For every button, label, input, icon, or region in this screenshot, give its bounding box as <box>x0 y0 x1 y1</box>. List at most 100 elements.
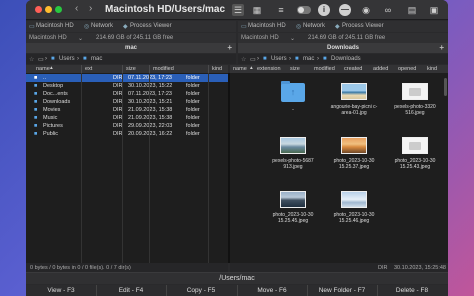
app-window: ‹ › Macintosh HD/Users/mac ☰ ▦ ≡ i — ◉ ∞… <box>26 0 448 296</box>
column-size[interactable]: size <box>126 66 136 72</box>
image-thumbnail <box>402 83 428 100</box>
file-name: Pictures <box>43 122 63 129</box>
table-row[interactable]: ■ Desktop DIR 30.10.2023, 15:22 folder <box>26 82 228 90</box>
binoculars-icon[interactable]: ∞ <box>382 4 394 16</box>
filter-icon[interactable]: ≡ <box>275 4 287 16</box>
folder-icon: ■ <box>34 74 38 81</box>
info-icon[interactable]: i <box>318 4 330 16</box>
chevron-right-icon: › <box>77 56 79 62</box>
breadcrumb-mac[interactable]: mac <box>303 56 314 62</box>
table-row[interactable]: ■ Doc...ents DIR 07.11.2023, 17:23 folde… <box>26 90 228 98</box>
chevron-down-icon[interactable]: ⌄ <box>78 35 83 42</box>
right-drive-button[interactable]: Macintosh HD <box>248 23 286 29</box>
column-added[interactable]: added <box>373 66 388 72</box>
hard-drive-icon[interactable]: ▭ <box>250 56 256 63</box>
command-line[interactable]: /Users/mac <box>26 272 448 284</box>
table-row[interactable]: ■ .. DIR 07.11.2023, 17:23 folder <box>26 74 228 82</box>
left-process-viewer-button[interactable]: Process Viewer <box>130 23 172 29</box>
file-name: Music <box>43 114 58 121</box>
right-breadcrumb: ☆ ▭ › ■ Users › ■ mac › ■ Downloads <box>238 54 448 64</box>
hard-drive-icon[interactable]: ▭ <box>38 56 44 63</box>
image-thumbnail <box>341 191 367 208</box>
hard-drive-icon: ▭ <box>241 24 247 30</box>
file-modified: 30.10.2023, 15:22 <box>128 82 173 89</box>
right-network-button[interactable]: Network <box>303 23 325 29</box>
list-view-icon[interactable]: ☰ <box>232 4 244 16</box>
table-row[interactable]: ■ Music DIR 21.09.2023, 15:38 folder <box>26 114 228 122</box>
column-name[interactable]: name <box>233 66 247 72</box>
hidden-files-toggle[interactable] <box>297 6 311 14</box>
breadcrumb-users[interactable]: Users <box>59 56 75 62</box>
thumbnail-item[interactable]: ↑ .. <box>267 81 319 112</box>
chevron-right-icon: › <box>45 56 47 62</box>
title-bar: ‹ › Macintosh HD/Users/mac ☰ ▦ ≡ i — ◉ ∞… <box>26 0 448 20</box>
folder-up-icon: ↑ <box>281 81 305 102</box>
table-row[interactable]: ■ Public DIR 20.09.2023, 16:22 folder <box>26 130 228 138</box>
grid-view-icon[interactable]: ▦ <box>251 4 263 16</box>
right-process-viewer-button[interactable]: Process Viewer <box>342 23 384 29</box>
column-modified[interactable]: modified <box>314 66 335 72</box>
left-disk-name[interactable]: Macintosh HD <box>29 35 67 41</box>
favorite-star-icon[interactable]: ☆ <box>241 56 246 63</box>
column-extension[interactable]: extension <box>257 66 281 72</box>
left-network-button[interactable]: Network <box>91 23 113 29</box>
column-modified[interactable]: modified <box>153 66 174 72</box>
chevron-right-icon: › <box>289 56 291 62</box>
move-button[interactable]: Move - F6 <box>237 287 307 294</box>
right-disk-name[interactable]: Macintosh HD <box>241 35 279 41</box>
chevron-down-icon[interactable]: ⌄ <box>290 35 295 42</box>
breadcrumb-users[interactable]: Users <box>271 56 287 62</box>
column-created[interactable]: created <box>344 66 362 72</box>
right-scrollbar[interactable] <box>444 78 447 96</box>
left-drive-button[interactable]: Macintosh HD <box>36 23 74 29</box>
left-file-list[interactable]: ■ .. DIR 07.11.2023, 17:23 folder ■ Desk… <box>26 73 228 263</box>
tab-downloads[interactable]: Downloads <box>238 45 448 51</box>
left-column-header: name ▴ ext size modified kind <box>26 65 228 73</box>
column-kind[interactable]: kind <box>427 66 437 72</box>
image-thumbnail <box>402 137 428 154</box>
thumbnail-item[interactable]: photo_2023-10-30 15.25.37.jpeg <box>328 137 380 170</box>
close-window-button[interactable] <box>35 6 42 13</box>
edit-button[interactable]: Edit - F4 <box>96 287 166 294</box>
column-kind[interactable]: kind <box>212 66 222 72</box>
add-tab-icon[interactable]: + <box>227 43 232 52</box>
file-name: Movies <box>43 106 61 113</box>
column-ext[interactable]: ext <box>85 66 92 72</box>
copy-button[interactable]: Copy - F5 <box>166 287 236 294</box>
folder-tree-icon[interactable]: ▣ <box>428 4 440 16</box>
table-row[interactable]: ■ Movies DIR 21.09.2023, 15:38 folder <box>26 106 228 114</box>
table-row[interactable]: ■ Pictures DIR 29.09.2023, 22:03 folder <box>26 122 228 130</box>
table-row[interactable]: ■ Downloads DIR 30.10.2023, 15:21 folder <box>26 98 228 106</box>
column-opened[interactable]: opened <box>398 66 416 72</box>
thumbnail-item[interactable]: pexels-photo-5687 913.jpeg <box>267 137 319 170</box>
tab-mac[interactable]: mac <box>26 45 236 51</box>
thumbnail-item[interactable]: pexels-photo-3320 516.jpeg <box>389 83 441 116</box>
compare-icon[interactable]: ▤ <box>406 4 418 16</box>
column-name[interactable]: name <box>36 66 50 72</box>
stop-icon[interactable]: — <box>339 4 351 16</box>
eye-icon[interactable]: ◉ <box>360 4 372 16</box>
thumbnail-caption: photo_2023-10-30 15.25.46.jpeg <box>333 212 375 224</box>
folder-icon: ■ <box>34 114 38 121</box>
thumbnail-item[interactable]: angourie-bay-picni c-area-01.jpg <box>328 83 380 116</box>
forward-arrow-icon[interactable]: › <box>89 3 92 14</box>
thumbnail-item[interactable]: photo_2023-10-30 15.25.46.jpeg <box>328 191 380 224</box>
thumbnail-item[interactable]: photo_2023-10-30 15.25.43.jpeg <box>389 137 441 170</box>
new-folder-button[interactable]: New Folder - F7 <box>307 287 377 294</box>
favorite-star-icon[interactable]: ☆ <box>29 56 34 63</box>
file-name: .. <box>43 74 47 81</box>
current-path: /Users/mac <box>219 275 255 282</box>
column-size[interactable]: size <box>290 66 300 72</box>
thumbnail-item[interactable]: photo_2023-10-30 15.25.45.jpeg <box>267 191 319 224</box>
right-thumbnail-grid[interactable]: ↑ .. angourie-bay-picni c-area-01.jpg pe… <box>230 73 448 263</box>
breadcrumb-mac[interactable]: mac <box>91 56 102 62</box>
add-tab-icon[interactable]: + <box>439 43 444 52</box>
left-status-bar: 0 bytes / 0 bytes in 0 / 0 file(s). 0 / … <box>26 263 228 272</box>
zoom-window-button[interactable] <box>55 6 62 13</box>
minimize-window-button[interactable] <box>45 6 52 13</box>
breadcrumb-downloads[interactable]: Downloads <box>331 56 361 62</box>
delete-button[interactable]: Delete - F8 <box>377 287 447 294</box>
back-arrow-icon[interactable]: ‹ <box>75 3 78 14</box>
left-drive-bar: ▭ Macintosh HD ◎ Network ◆ Process Viewe… <box>26 21 236 32</box>
view-button[interactable]: View - F3 <box>26 287 96 294</box>
